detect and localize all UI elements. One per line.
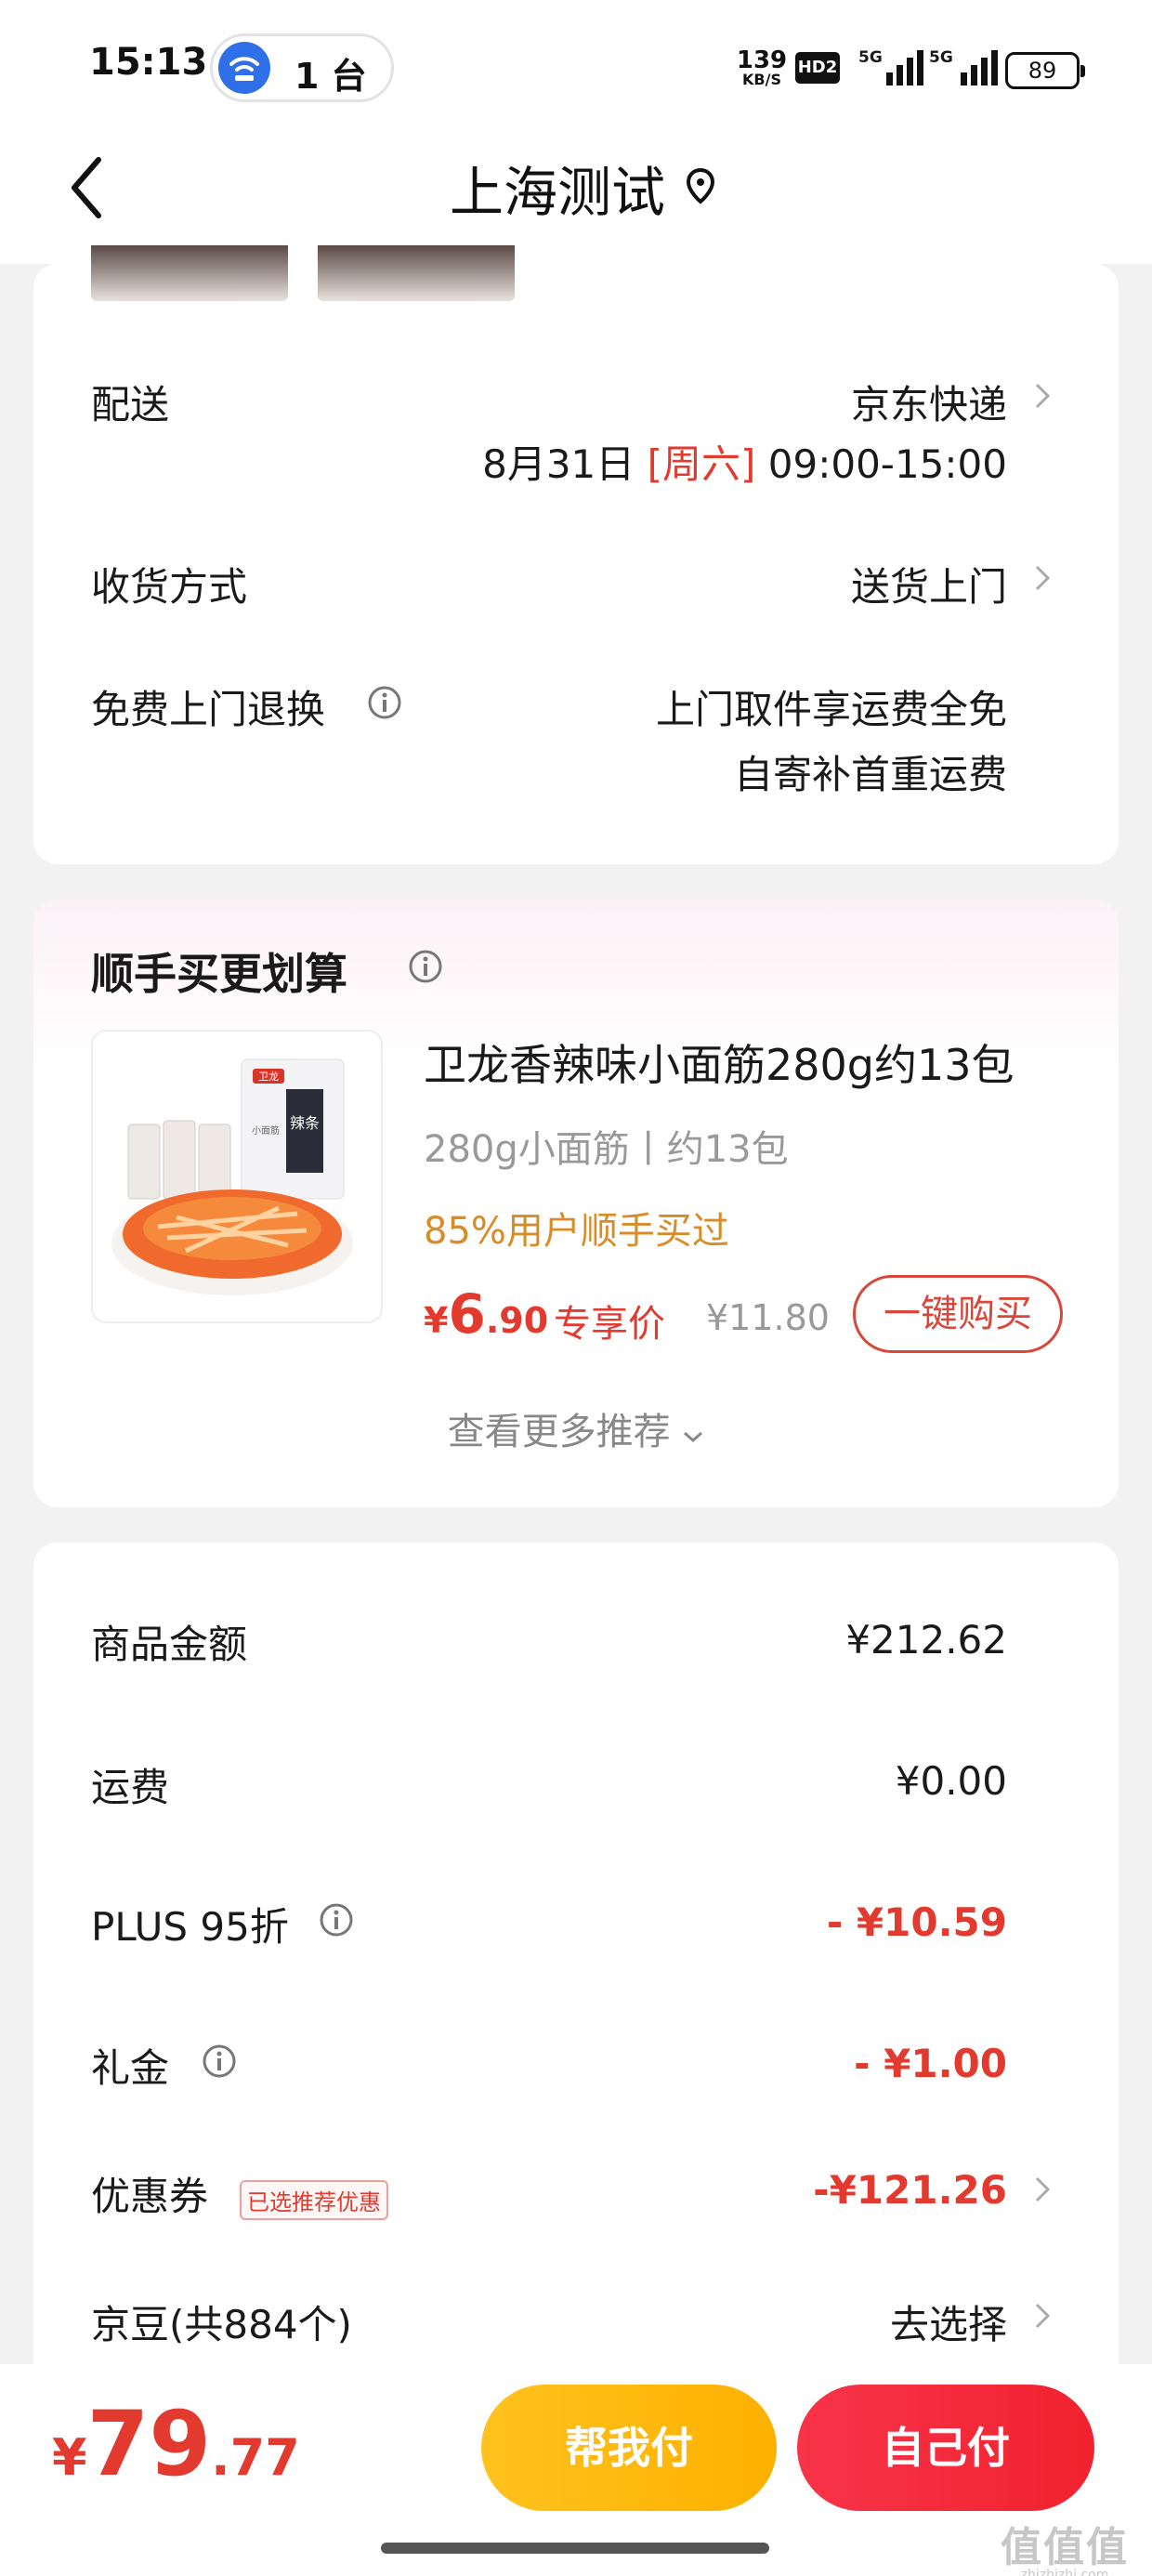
battery-icon: 89 (1005, 52, 1085, 89)
free-return-line2: 自寄补首重运费 (733, 752, 1007, 797)
home-indicator[interactable] (381, 2543, 769, 2554)
coupon-recommend-badge: 已选推荐优惠 (240, 2180, 388, 2220)
hd-badge: HD2 (795, 52, 840, 84)
free-return-label: 免费上门退换 (91, 687, 326, 732)
chevron-right-icon[interactable] (1033, 377, 1052, 414)
plus-discount-value: - ¥10.59 (826, 1899, 1007, 1945)
product-thumbnail[interactable] (318, 245, 515, 301)
info-icon[interactable] (366, 684, 403, 721)
checkout-bar: ¥79.77 帮我付 自己付 值值值 zhizhizhi.com (0, 2364, 1152, 2576)
shipping-method[interactable]: 京东快递 (851, 374, 1007, 430)
coupon-value[interactable]: -¥121.26 (813, 2167, 1007, 2213)
page-title: 上海测试 (449, 161, 665, 224)
hotspot-count: 1 台 (295, 56, 367, 97)
hotspot-icon (218, 42, 270, 94)
clock: 15:13 (89, 41, 208, 84)
product-name[interactable]: 卫龙香辣味小面筋280g约13包 (424, 1032, 1015, 1093)
product-image[interactable]: 卫龙 辣条 小面筋 (91, 1030, 383, 1323)
jd-beans-select[interactable]: 去选择 (890, 2293, 1007, 2350)
receive-method-value[interactable]: 送货上门 (851, 556, 1007, 612)
more-recommendations-link[interactable]: 查看更多推荐 (33, 1401, 1119, 1455)
delivery-time[interactable]: 8月31日 [周六] 09:00-15:00 (482, 433, 1007, 490)
hotspot-indicator[interactable]: 1 台 (210, 33, 394, 102)
product-price: ¥6.90 (424, 1282, 549, 1346)
coupon-label: 优惠券 (91, 2174, 209, 2219)
svg-text:卫龙: 卫龙 (258, 1071, 279, 1083)
pay-myself-button[interactable]: 自己付 (797, 2385, 1094, 2511)
status-bar: 15:13 1 台 139 KB/S HD2 5G 5G 89 (0, 0, 1152, 130)
info-icon[interactable] (318, 1901, 355, 1939)
receive-method-label: 收货方式 (91, 564, 248, 610)
original-price: ¥11.80 (706, 1297, 830, 1338)
svg-text:小面筋: 小面筋 (252, 1124, 280, 1137)
chevron-right-icon[interactable] (1033, 559, 1052, 597)
chevron-right-icon[interactable] (1033, 2297, 1052, 2334)
total-price: ¥79.77 (52, 2392, 300, 2496)
price-summary-card: 商品金额 ¥212.62 运费 ¥0.00 PLUS 95折 - ¥10.59 … (33, 1543, 1119, 2416)
title-bar: 上海测试 (0, 130, 1152, 264)
free-return-line1: 上门取件享运费全免 (655, 687, 1007, 732)
chevron-right-icon[interactable] (1033, 2171, 1052, 2208)
plus-discount-label: PLUS 95折 (91, 1904, 289, 1950)
jd-beans-label: 京豆(共884个) (91, 2302, 352, 2347)
freight-label: 运费 (91, 1765, 170, 1810)
info-icon[interactable] (201, 2043, 238, 2080)
gift-money-value: - ¥1.00 (854, 2041, 1007, 2086)
product-thumbnail[interactable] (91, 245, 288, 301)
location-pin-icon[interactable] (686, 167, 715, 208)
svg-text:辣条: 辣条 (290, 1114, 320, 1132)
signal-icon: 5G (858, 48, 933, 85)
recommend-title: 顺手买更划算 (91, 949, 347, 999)
one-click-buy-button[interactable]: 一键购买 (853, 1275, 1063, 1353)
net-speed: 139 KB/S (736, 46, 788, 88)
shipping-label: 配送 (91, 382, 170, 427)
recommend-card: 顺手买更划算 卫龙 辣条 小面筋 卫龙香辣味小面筋280g约13包 280g小面… (33, 900, 1119, 1507)
freight-value: ¥0.00 (895, 1758, 1007, 1804)
exclusive-price-tag: 专享价 (554, 1303, 665, 1346)
signal-icon-2: 5G (929, 48, 1003, 85)
gift-money-label: 礼金 (91, 2045, 170, 2091)
info-icon[interactable] (407, 948, 444, 985)
help-me-pay-button[interactable]: 帮我付 (481, 2385, 777, 2511)
product-buy-stat: 85%用户顺手买过 (424, 1210, 729, 1253)
goods-amount-label: 商品金额 (91, 1622, 248, 1667)
chevron-down-icon (684, 1431, 703, 1443)
watermark: 值值值 zhizhizhi.com (1001, 2524, 1129, 2576)
goods-amount-value: ¥212.62 (845, 1617, 1007, 1663)
delivery-card: 配送 京东快递 8月31日 [周六] 09:00-15:00 收货方式 送货上门… (33, 245, 1119, 864)
product-spec: 280g小面筋丨约13包 (424, 1128, 789, 1171)
